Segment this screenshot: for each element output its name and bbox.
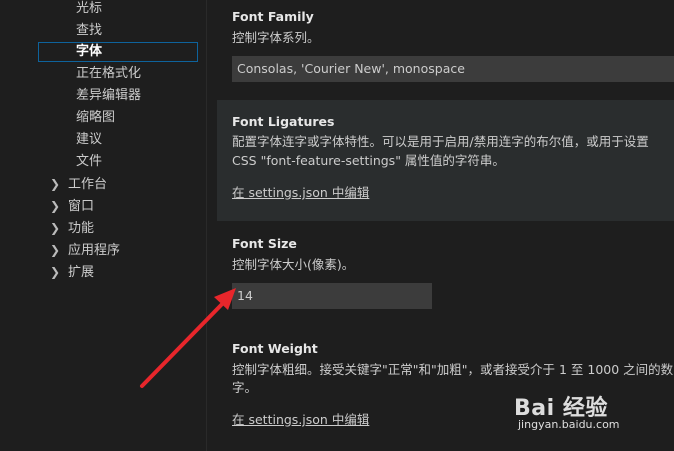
chevron-right-icon: ❯	[50, 243, 61, 257]
sidebar-item-label: 建议	[76, 132, 103, 147]
setting-font-ligatures: Font Ligatures 配置字体连字或字体特性。可以是用于启用/禁用连字的…	[217, 100, 674, 221]
chevron-right-icon: ❯	[50, 177, 61, 191]
sidebar-group-extensions[interactable]: ❯ 扩展	[50, 262, 94, 282]
setting-description-line2: CSS "font-feature-settings" 属性值的字符串。	[232, 153, 505, 168]
sidebar-group-label: 窗口	[68, 199, 95, 214]
sidebar-item-label: 正在格式化	[76, 66, 142, 81]
sidebar-group-label: 应用程序	[68, 243, 121, 258]
font-size-input[interactable]: 14	[232, 283, 432, 309]
settings-list: Font Family 控制字体系列。 Consolas, 'Courier N…	[207, 0, 674, 451]
sidebar-item-formatting[interactable]: 正在格式化	[38, 64, 198, 84]
setting-title: Font Ligatures	[232, 114, 335, 129]
font-family-input[interactable]: Consolas, 'Courier New', monospace	[232, 56, 674, 82]
setting-title: Font Size	[232, 236, 297, 251]
sidebar-item-label: 缩略图	[76, 110, 116, 125]
sidebar-item-diff-editor[interactable]: 差异编辑器	[38, 86, 198, 106]
setting-title: Font Weight	[232, 341, 318, 356]
chevron-right-icon: ❯	[50, 265, 61, 279]
sidebar-group-features[interactable]: ❯ 功能	[50, 218, 94, 238]
sidebar-item-label: 文件	[76, 154, 103, 169]
setting-description-line1: 控制字体粗细。接受关键字"正常"和"加粗"，或者接受介于 1 至 1000 之间…	[232, 362, 674, 377]
baidu-jingyan-watermark: Bai 经验 jingyan.baidu.com	[514, 386, 644, 441]
sidebar-item-minimap[interactable]: 缩略图	[38, 108, 198, 128]
setting-description: 控制字体大小(像素)。	[232, 257, 355, 272]
chevron-right-icon: ❯	[50, 221, 61, 235]
sidebar-group-window[interactable]: ❯ 窗口	[50, 196, 94, 216]
setting-description-line2: 字。	[232, 380, 258, 395]
edit-in-settings-json-link[interactable]: 在 settings.json 中编辑	[232, 409, 369, 428]
sidebar-item-label: 光标	[76, 1, 103, 16]
sidebar-group-label: 功能	[68, 221, 95, 236]
sidebar-item-label: 差异编辑器	[76, 88, 142, 103]
sidebar-group-workbench[interactable]: ❯ 工作台	[50, 174, 107, 194]
sidebar-item-suggestions[interactable]: 建议	[38, 130, 198, 150]
watermark-url: jingyan.baidu.com	[518, 418, 620, 431]
settings-sidebar: 光标 查找 字体 正在格式化 差异编辑器 缩略图 建议 文件 ❯ 工作台 ❯ 窗口 …	[0, 0, 205, 451]
sidebar-item-label: 字体	[76, 44, 103, 59]
setting-description: 控制字体系列。	[232, 30, 320, 45]
setting-title: Font Family	[232, 9, 314, 24]
setting-font-family: Font Family 控制字体系列。 Consolas, 'Courier N…	[217, 0, 674, 98]
edit-in-settings-json-link[interactable]: 在 settings.json 中编辑	[232, 182, 369, 201]
sidebar-group-label: 工作台	[68, 177, 108, 192]
sidebar-item-cursor[interactable]: 光标	[38, 0, 198, 19]
sidebar-item-font[interactable]: 字体	[38, 42, 198, 62]
sidebar-item-label: 查找	[76, 23, 103, 38]
sidebar-item-find[interactable]: 查找	[38, 21, 198, 41]
setting-font-size: Font Size 控制字体大小(像素)。 14	[217, 225, 674, 325]
chevron-right-icon: ❯	[50, 199, 61, 213]
setting-description-line1: 配置字体连字或字体特性。可以是用于启用/禁用连字的布尔值，或用于设置	[232, 134, 649, 149]
sidebar-group-application[interactable]: ❯ 应用程序	[50, 240, 120, 260]
sidebar-group-label: 扩展	[68, 265, 95, 280]
sidebar-item-files[interactable]: 文件	[38, 152, 198, 172]
